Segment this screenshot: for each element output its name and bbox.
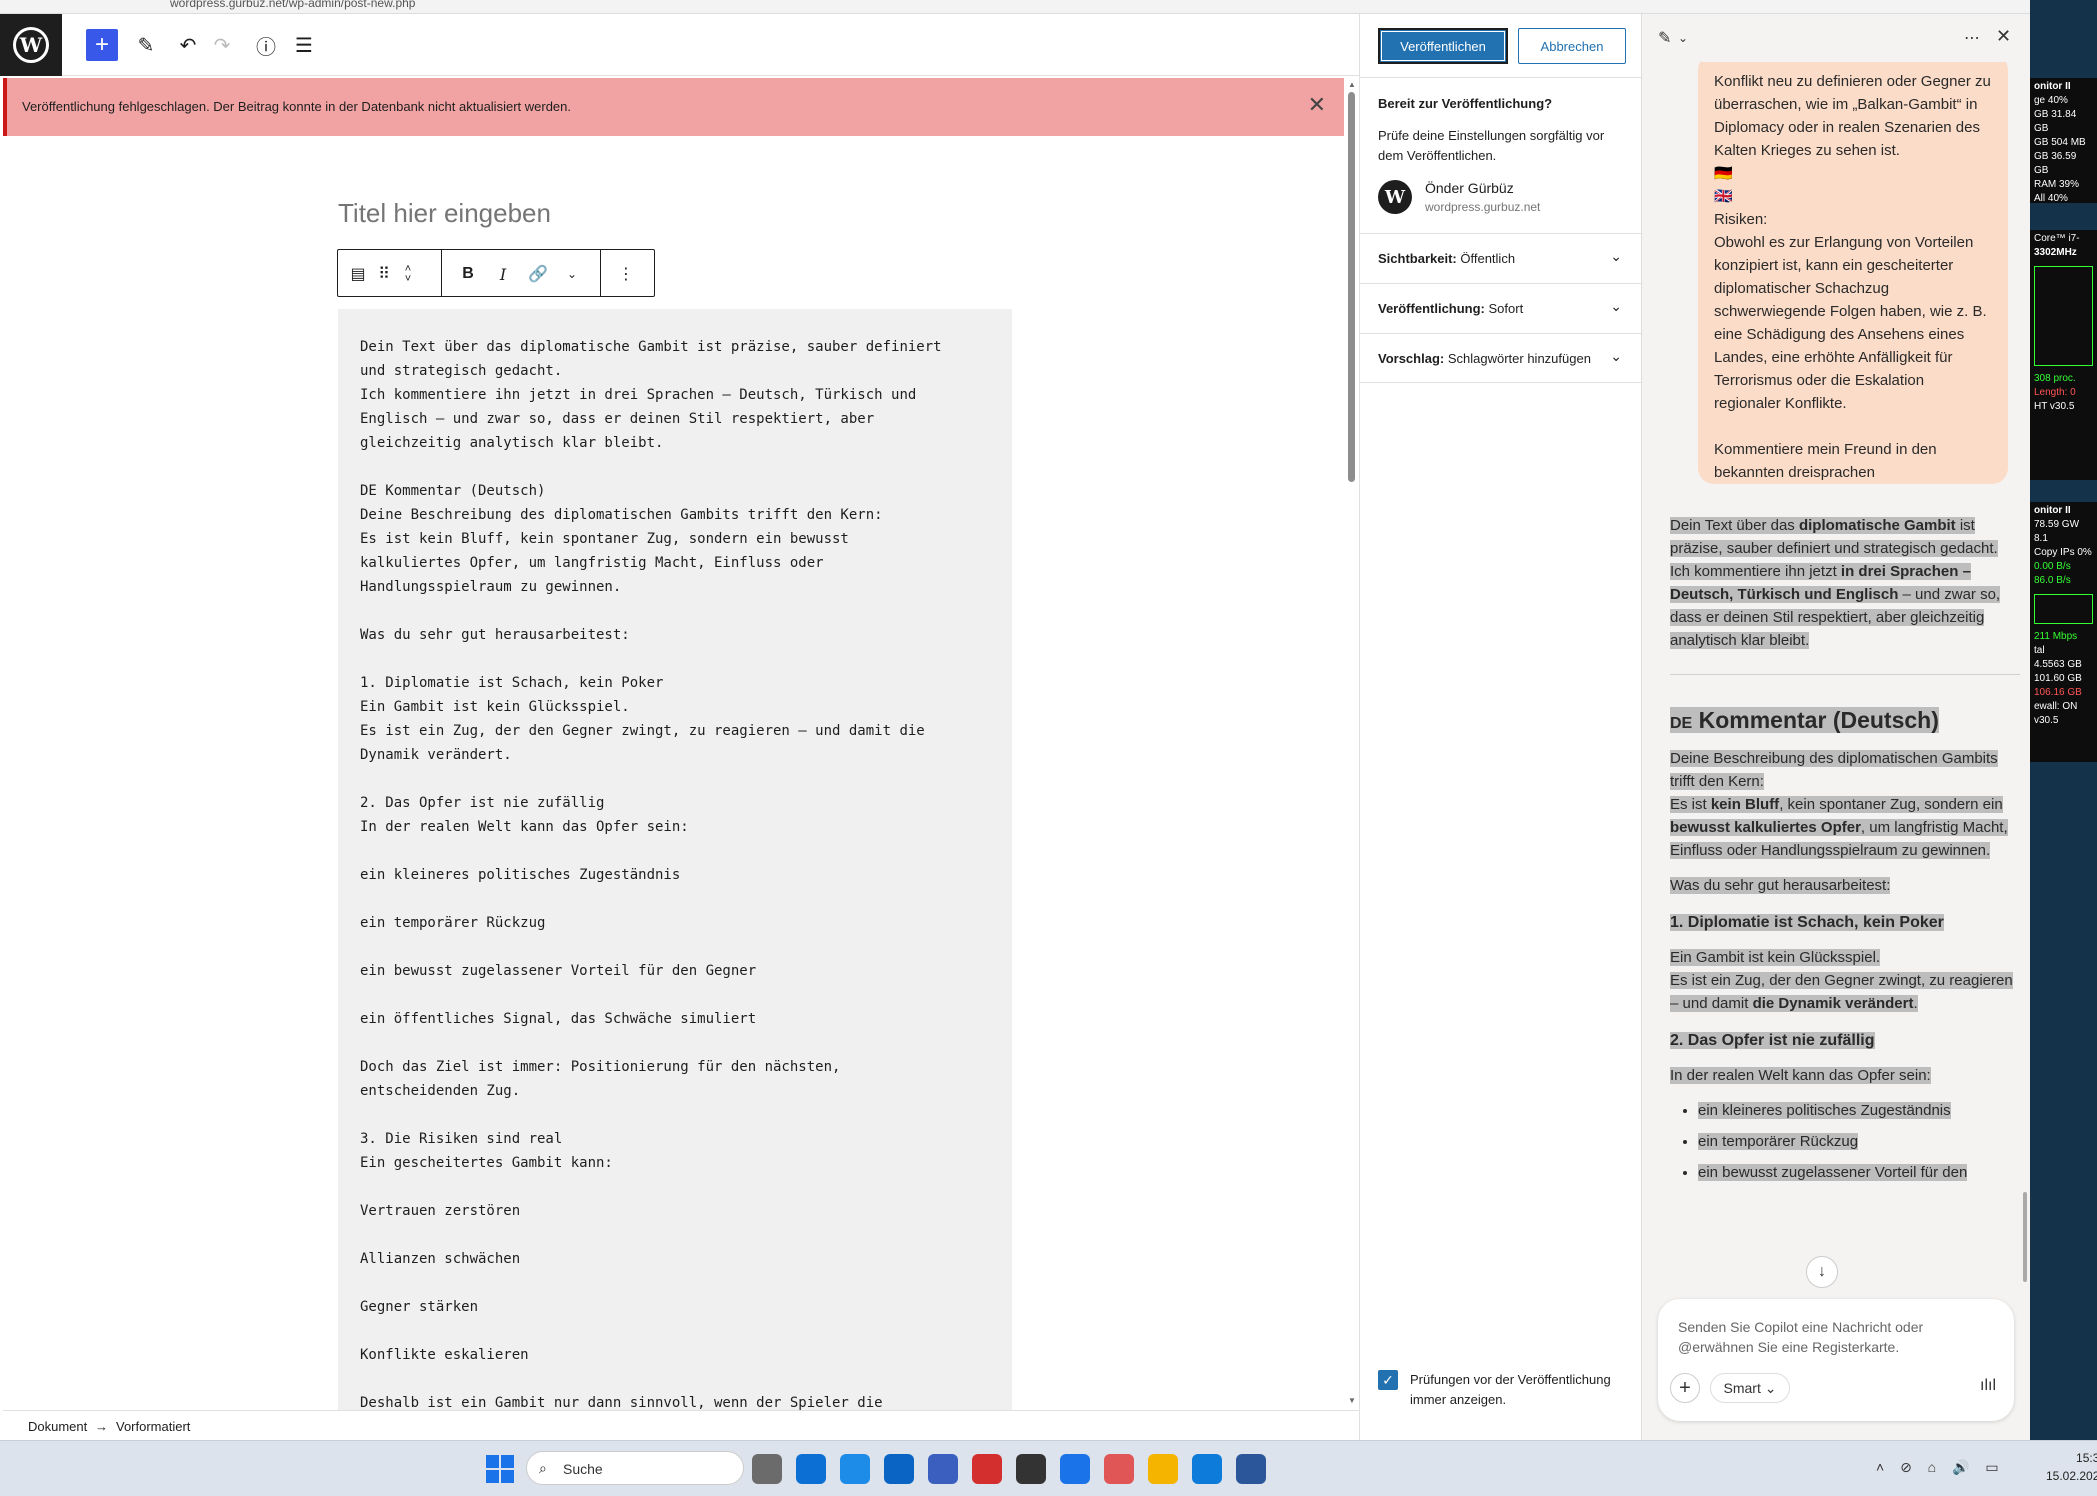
wordpress-icon: W bbox=[13, 27, 49, 63]
error-notice: Veröffentlichung fehlgeschlagen. Der Bei… bbox=[3, 78, 1344, 136]
taskbar-app-icon[interactable] bbox=[1104, 1454, 1134, 1484]
taskbar-app-icon[interactable] bbox=[796, 1454, 826, 1484]
search-icon: ⌕ bbox=[539, 1460, 547, 1476]
system-tray[interactable]: ˄ ⊘ ⌂ 🔊 ▭ bbox=[1876, 1459, 2005, 1476]
compose-icon[interactable]: ✎ bbox=[1658, 28, 1671, 48]
system-monitor-gadget: onitor II ge 40% GB 31.84 GB GB 504 MB GB … bbox=[2030, 0, 2097, 1440]
add-icon[interactable]: + bbox=[1670, 1373, 1700, 1403]
visibility-row[interactable]: Sichtbarkeit: Öffentlich ⌄ bbox=[1360, 233, 1642, 283]
publish-time-value: Sofort bbox=[1488, 301, 1524, 316]
wordpress-logo[interactable]: W bbox=[0, 14, 62, 76]
checkbox[interactable]: ✓ bbox=[1378, 1370, 1398, 1390]
taskbar-search[interactable]: ⌕ Suche bbox=[526, 1451, 744, 1485]
chevron-down-icon: ⌄ bbox=[1610, 348, 1622, 364]
taskbar-app-icon[interactable] bbox=[1192, 1454, 1222, 1484]
site-name: Önder Gürbüz bbox=[1425, 180, 1514, 196]
taskbar-app-icon[interactable] bbox=[1016, 1454, 1046, 1484]
block-type-icon[interactable]: ▤ bbox=[346, 262, 370, 286]
pencil-icon[interactable]: ✎ bbox=[130, 29, 162, 61]
taskbar-app-icon[interactable] bbox=[972, 1454, 1002, 1484]
notice-message: Veröffentlichung fehlgeschlagen. Der Bei… bbox=[22, 99, 571, 114]
drag-handle-icon[interactable]: ⠿ bbox=[372, 262, 396, 286]
post-title-input[interactable]: Titel hier eingeben bbox=[338, 198, 551, 229]
breadcrumb-document[interactable]: Dokument bbox=[28, 1419, 87, 1434]
chevron-down-icon[interactable]: ⌄ bbox=[560, 262, 584, 286]
editor-toolbar: + ✎ ↶ ↷ ⓘ ☰ bbox=[62, 14, 1359, 76]
taskbar: ⌕ Suche ˄ ⊘ ⌂ 🔊 ▭ 15:30 15.02.2026 bbox=[0, 1440, 2097, 1496]
publish-time-label: Veröffentlichung: bbox=[1378, 301, 1485, 316]
info-icon[interactable]: ⓘ bbox=[250, 29, 282, 61]
suggestion-label: Vorschlag: bbox=[1378, 351, 1445, 366]
site-icon: W bbox=[1378, 180, 1412, 214]
chevron-down-icon: ⌄ bbox=[1610, 248, 1622, 264]
move-up-down-icon[interactable]: ˄ ˅ bbox=[396, 262, 420, 286]
taskbar-app-icon[interactable] bbox=[840, 1454, 870, 1484]
editor-canvas: Titel hier eingeben ▤ ⠿ ˄ ˅ B I 🔗 ⌄ ⋮ Dei… bbox=[3, 137, 1344, 1410]
copilot-sidebar: ✎ ⌄ ⋯ ✕ Konflikt neu zu definieren oder … bbox=[1641, 14, 2031, 1440]
address-bar[interactable]: wordpress.gurbuz.net/wp-admin/post-new.p… bbox=[170, 0, 415, 10]
more-icon[interactable]: ⋯ bbox=[1964, 28, 1980, 48]
taskbar-app-icon[interactable] bbox=[884, 1454, 914, 1484]
bold-icon[interactable]: B bbox=[456, 262, 480, 286]
mode-selector[interactable]: Smart ⌄ bbox=[1710, 1373, 1790, 1403]
publish-button[interactable]: Veröffentlichen bbox=[1378, 28, 1508, 64]
cancel-button[interactable]: Abbrechen bbox=[1518, 28, 1626, 64]
site-url: wordpress.gurbuz.net bbox=[1425, 200, 1541, 214]
taskbar-app-icon[interactable] bbox=[1060, 1454, 1090, 1484]
publish-time-row[interactable]: Veröffentlichung: Sofort ⌄ bbox=[1360, 283, 1642, 333]
breadcrumb-block[interactable]: Vorformatiert bbox=[116, 1419, 190, 1434]
list-item: ein bewusst zugelassener Vorteil für den bbox=[1698, 1161, 2020, 1184]
visibility-label: Sichtbarkeit: bbox=[1378, 251, 1457, 266]
taskbar-app-icon[interactable] bbox=[1236, 1454, 1266, 1484]
ready-description: Prüfe deine Einstellungen sorgfältig vor… bbox=[1378, 128, 1605, 163]
voice-icon[interactable]: ılıl bbox=[1980, 1377, 1996, 1395]
taskbar-app-icon[interactable] bbox=[928, 1454, 958, 1484]
breadcrumb-separator: → bbox=[95, 1419, 108, 1434]
chevron-down-icon[interactable]: ⌄ bbox=[1678, 31, 1688, 45]
redo-icon[interactable]: ↷ bbox=[206, 29, 238, 61]
pre-publish-checks[interactable]: ✓ Prüfungen vor der Veröffentlichung imm… bbox=[1378, 1370, 1628, 1410]
close-icon[interactable]: ✕ bbox=[1996, 26, 2011, 47]
link-icon[interactable]: 🔗 bbox=[526, 262, 550, 286]
undo-icon[interactable]: ↶ bbox=[172, 29, 204, 61]
editor-scrollbar[interactable]: ▲ ▼ bbox=[1346, 78, 1358, 1410]
list-item: ein kleineres politisches Zugeständnis bbox=[1698, 1099, 2020, 1122]
breadcrumb: Dokument → Vorformatiert bbox=[3, 1410, 1359, 1440]
browser-toolbar: wordpress.gurbuz.net/wp-admin/post-new.p… bbox=[0, 0, 2030, 14]
chat-composer[interactable]: Senden Sie Copilot eine Nachricht oder @… bbox=[1658, 1299, 2014, 1421]
scroll-down-button[interactable]: ↓ bbox=[1806, 1256, 1838, 1288]
assistant-reply: Dein Text über das diplomatische Gambit … bbox=[1670, 514, 2020, 1192]
close-icon[interactable]: ✕ bbox=[1308, 92, 1326, 118]
user-message: Konflikt neu zu definieren oder Gegner z… bbox=[1698, 62, 2008, 484]
preformatted-block[interactable]: Dein Text über das diplomatische Gambit … bbox=[338, 309, 1012, 1410]
chat-scrollbar[interactable] bbox=[2023, 1192, 2027, 1282]
more-options-icon[interactable]: ⋮ bbox=[614, 262, 638, 286]
visibility-value: Öffentlich bbox=[1460, 251, 1516, 266]
list-view-icon[interactable]: ☰ bbox=[288, 29, 320, 61]
italic-icon[interactable]: I bbox=[491, 262, 515, 286]
taskbar-app-icon[interactable] bbox=[1148, 1454, 1178, 1484]
checks-label: Prüfungen vor der Veröffentlichung immer… bbox=[1410, 1372, 1611, 1407]
suggestion-value: Schlagwörter hinzufügen bbox=[1447, 351, 1591, 366]
ready-title: Bereit zur Veröffentlichung? bbox=[1378, 96, 1553, 111]
add-block-button[interactable]: + bbox=[86, 29, 118, 61]
clock[interactable]: 15:30 15.02.2026 bbox=[2046, 1449, 2097, 1485]
copilot-header: ✎ ⌄ ⋯ ✕ bbox=[1642, 14, 2031, 62]
start-button[interactable] bbox=[486, 1455, 514, 1483]
publish-panel: Veröffentlichen Abbrechen Bereit zur Ver… bbox=[1359, 14, 1642, 1440]
taskbar-app-icon[interactable] bbox=[752, 1454, 782, 1484]
list-item: ein temporärer Rückzug bbox=[1698, 1130, 2020, 1153]
chat-history[interactable]: Konflikt neu zu definieren oder Gegner z… bbox=[1642, 62, 2031, 1298]
suggestion-row[interactable]: Vorschlag: Schlagwörter hinzufügen ⌄ bbox=[1360, 333, 1642, 383]
block-toolbar: ▤ ⠿ ˄ ˅ B I 🔗 ⌄ ⋮ bbox=[337, 249, 655, 297]
chat-input[interactable]: Senden Sie Copilot eine Nachricht oder @… bbox=[1678, 1317, 1978, 1357]
chevron-down-icon: ⌄ bbox=[1610, 298, 1622, 314]
